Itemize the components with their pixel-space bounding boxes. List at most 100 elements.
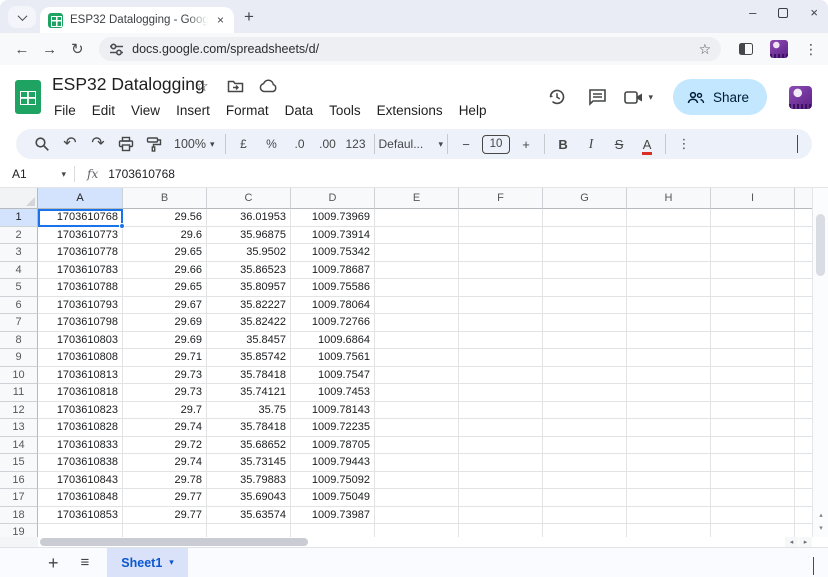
row-header-4[interactable]: 4 <box>0 262 38 280</box>
cell-B15[interactable]: 29.74 <box>123 454 207 472</box>
cell-G13[interactable] <box>543 419 627 437</box>
cell-E12[interactable] <box>375 402 459 420</box>
version-history-icon[interactable] <box>544 87 570 107</box>
cell-A1[interactable]: 1703610768 <box>38 209 123 227</box>
cell-A3[interactable]: 1703610778 <box>38 244 123 262</box>
cell-B18[interactable]: 29.77 <box>123 507 207 525</box>
cell-I18[interactable] <box>711 507 795 525</box>
cell-E11[interactable] <box>375 384 459 402</box>
cell-F5[interactable] <box>459 279 543 297</box>
address-bar[interactable]: docs.google.com/spreadsheets/d/ ☆ <box>99 37 721 61</box>
paint-format-icon[interactable] <box>140 132 168 156</box>
cell-D19[interactable] <box>291 524 375 537</box>
cell-F18[interactable] <box>459 507 543 525</box>
cell-D8[interactable]: 1009.6864 <box>291 332 375 350</box>
cell-A16[interactable]: 1703610843 <box>38 472 123 490</box>
cell-B19[interactable] <box>123 524 207 537</box>
cell-I3[interactable] <box>711 244 795 262</box>
cell-D9[interactable]: 1009.7561 <box>291 349 375 367</box>
cell-A18[interactable]: 1703610853 <box>38 507 123 525</box>
cell-I7[interactable] <box>711 314 795 332</box>
font-selector[interactable]: Defaul... ▾ <box>379 132 444 156</box>
formula-input[interactable]: 1703610768 <box>108 167 175 181</box>
cell-G10[interactable] <box>543 367 627 385</box>
cell-F10[interactable] <box>459 367 543 385</box>
cell-A9[interactable]: 1703610808 <box>38 349 123 367</box>
column-header-F[interactable]: F <box>459 188 543 209</box>
row-header-15[interactable]: 15 <box>0 454 38 472</box>
cell-I19[interactable] <box>711 524 795 537</box>
cell-E19[interactable] <box>375 524 459 537</box>
cell-B14[interactable]: 29.72 <box>123 437 207 455</box>
cell-C13[interactable]: 35.78418 <box>207 419 291 437</box>
cell-C7[interactable]: 35.82422 <box>207 314 291 332</box>
strikethrough-button[interactable]: S <box>605 132 633 156</box>
cell-D12[interactable]: 1009.78143 <box>291 402 375 420</box>
menu-file[interactable]: File <box>46 100 84 121</box>
account-avatar[interactable] <box>789 86 812 109</box>
row-header-18[interactable]: 18 <box>0 507 38 525</box>
cell-I8[interactable] <box>711 332 795 350</box>
cell-I6[interactable] <box>711 297 795 315</box>
browser-tab[interactable]: ESP32 Datalogging - Google Sh × <box>40 7 234 33</box>
cell-A10[interactable]: 1703610813 <box>38 367 123 385</box>
move-folder-icon[interactable] <box>225 79 245 93</box>
cell-E5[interactable] <box>375 279 459 297</box>
share-button[interactable]: Share <box>673 79 767 115</box>
cell-F19[interactable] <box>459 524 543 537</box>
cell-G19[interactable] <box>543 524 627 537</box>
cell-H4[interactable] <box>627 262 711 280</box>
cell-H19[interactable] <box>627 524 711 537</box>
meet-call-control[interactable]: ▾ <box>624 90 653 105</box>
cell-A17[interactable]: 1703610848 <box>38 489 123 507</box>
cell-A15[interactable]: 1703610838 <box>38 454 123 472</box>
decrease-font-size-button[interactable]: − <box>452 132 480 156</box>
cell-H14[interactable] <box>627 437 711 455</box>
cell-C11[interactable]: 35.74121 <box>207 384 291 402</box>
cell-I15[interactable] <box>711 454 795 472</box>
all-sheets-icon[interactable]: ≡ <box>81 555 90 570</box>
cell-F15[interactable] <box>459 454 543 472</box>
cell-B9[interactable]: 29.71 <box>123 349 207 367</box>
increase-decimal-button[interactable]: .00 <box>314 132 342 156</box>
cell-G12[interactable] <box>543 402 627 420</box>
cell-I5[interactable] <box>711 279 795 297</box>
cell-E10[interactable] <box>375 367 459 385</box>
cell-H8[interactable] <box>627 332 711 350</box>
cell-C4[interactable]: 35.86523 <box>207 262 291 280</box>
cell-A6[interactable]: 1703610793 <box>38 297 123 315</box>
row-header-8[interactable]: 8 <box>0 332 38 350</box>
bold-button[interactable]: B <box>549 132 577 156</box>
cell-E14[interactable] <box>375 437 459 455</box>
cell-B8[interactable]: 29.69 <box>123 332 207 350</box>
horizontal-scrollbar-thumb[interactable] <box>40 538 308 546</box>
cell-G2[interactable] <box>543 227 627 245</box>
cell-F4[interactable] <box>459 262 543 280</box>
cell-B7[interactable]: 29.69 <box>123 314 207 332</box>
cell-D10[interactable]: 1009.7547 <box>291 367 375 385</box>
menu-data[interactable]: Data <box>277 100 322 121</box>
row-header-6[interactable]: 6 <box>0 297 38 315</box>
row-header-9[interactable]: 9 <box>0 349 38 367</box>
scroll-right-icon[interactable]: ▸ <box>799 537 812 547</box>
cell-F11[interactable] <box>459 384 543 402</box>
cell-B11[interactable]: 29.73 <box>123 384 207 402</box>
cell-I1[interactable] <box>711 209 795 227</box>
menu-format[interactable]: Format <box>218 100 277 121</box>
cell-C14[interactable]: 35.68652 <box>207 437 291 455</box>
cell-H16[interactable] <box>627 472 711 490</box>
window-close-button[interactable]: × <box>810 6 818 19</box>
cell-H2[interactable] <box>627 227 711 245</box>
more-toolbar-options-icon[interactable]: ⋮ <box>670 132 698 156</box>
font-size-input[interactable]: 10 <box>482 135 510 154</box>
cell-E4[interactable] <box>375 262 459 280</box>
cell-I14[interactable] <box>711 437 795 455</box>
cell-I11[interactable] <box>711 384 795 402</box>
menu-view[interactable]: View <box>123 100 168 121</box>
cell-G11[interactable] <box>543 384 627 402</box>
cell-D13[interactable]: 1009.72235 <box>291 419 375 437</box>
cell-A11[interactable]: 1703610818 <box>38 384 123 402</box>
cell-D11[interactable]: 1009.7453 <box>291 384 375 402</box>
cell-D14[interactable]: 1009.78705 <box>291 437 375 455</box>
cell-C3[interactable]: 35.9502 <box>207 244 291 262</box>
